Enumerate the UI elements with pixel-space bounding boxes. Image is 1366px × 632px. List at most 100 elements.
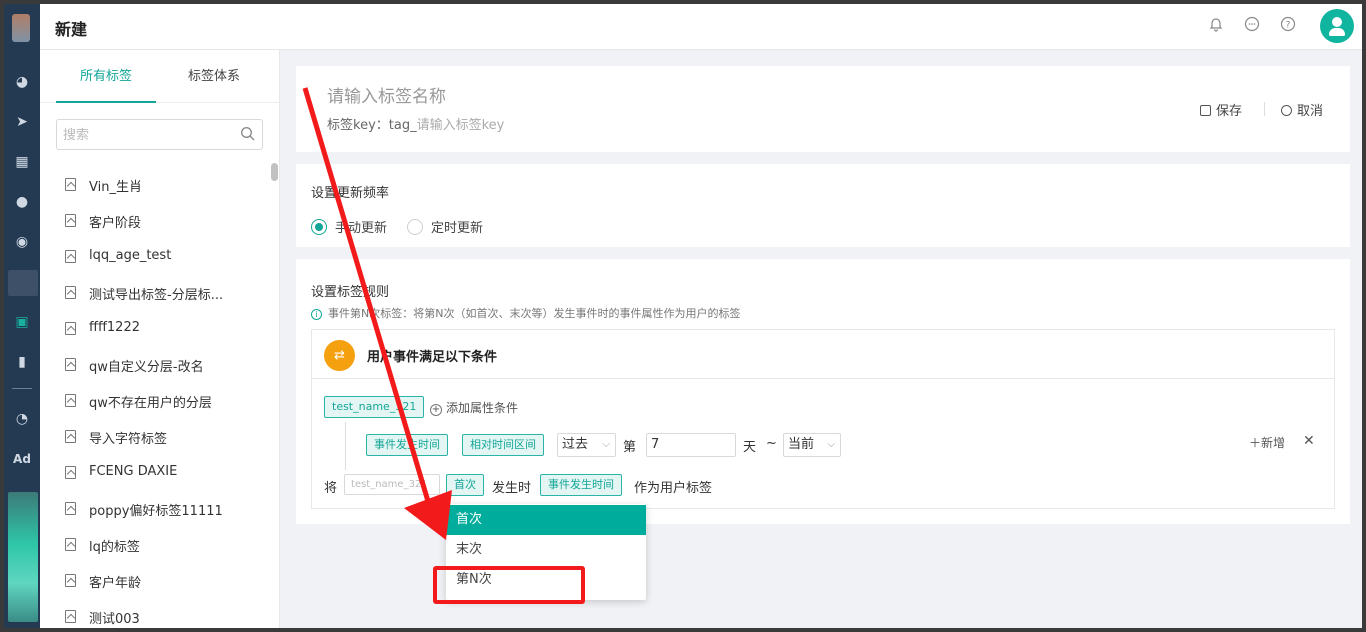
day-unit-label: 天 bbox=[743, 440, 757, 455]
wechat-icon[interactable]: ◔ bbox=[4, 407, 40, 431]
order-select-chip[interactable]: 首次 bbox=[446, 474, 484, 496]
list-item[interactable]: Vin_生肖 bbox=[40, 167, 270, 203]
highlight-box bbox=[433, 566, 585, 604]
days-input[interactable]: 7 bbox=[646, 433, 736, 457]
bookmark-icon bbox=[65, 466, 76, 479]
chevron-down-icon: ⌵ bbox=[602, 439, 610, 450]
section-title: 设置更新频率 bbox=[311, 186, 390, 201]
list-item[interactable]: lq的标签 bbox=[40, 527, 270, 563]
radio-dot bbox=[407, 219, 423, 235]
list-item[interactable]: 客户年龄 bbox=[40, 563, 270, 599]
tag-key-input[interactable]: 请输入标签key bbox=[417, 118, 505, 133]
rail-divider bbox=[12, 388, 32, 389]
avatar[interactable] bbox=[1320, 9, 1354, 43]
bell-icon[interactable] bbox=[1206, 16, 1226, 36]
list-item[interactable]: 客户阶段 bbox=[40, 203, 270, 239]
cancel-button[interactable]: 取消 bbox=[1281, 100, 1323, 119]
tag-list-panel: 所有标签 标签体系 Vin_生肖 客户阶段 lqq_age_test 测试导出标… bbox=[40, 50, 280, 628]
attr-select-chip[interactable]: 事件发生时间 bbox=[366, 434, 448, 456]
tab-tag-system[interactable]: 标签体系 bbox=[164, 50, 264, 103]
bookmark-icon bbox=[65, 358, 76, 371]
blurred-icons bbox=[8, 492, 38, 622]
save-button[interactable]: 保存 bbox=[1200, 100, 1242, 119]
when-text: 发生时 bbox=[492, 481, 532, 496]
radio-scheduled-update[interactable]: 定时更新 bbox=[407, 217, 483, 236]
user-icon[interactable]: ● bbox=[4, 190, 40, 214]
scrollbar-thumb[interactable] bbox=[271, 163, 278, 181]
condition-connector bbox=[345, 422, 346, 470]
plus-circle-icon: + bbox=[430, 404, 442, 416]
bookmark-icon bbox=[65, 250, 76, 263]
list-item[interactable]: 导入字符标签 bbox=[40, 419, 270, 455]
list-item[interactable]: qw自定义分层-改名 bbox=[40, 347, 270, 383]
search-box bbox=[56, 119, 263, 150]
dropdown-option-first[interactable]: 首次 bbox=[446, 505, 646, 535]
layout-icon[interactable]: ▦ bbox=[4, 150, 40, 174]
nth-label: 第 bbox=[623, 440, 637, 455]
tag-icon[interactable]: ▣ bbox=[4, 310, 40, 334]
rule-box: ⇄ 用户事件满足以下条件 test_name_321 + 添加属性条件 事件发生时… bbox=[311, 329, 1335, 509]
bookmark-icon bbox=[65, 286, 76, 299]
close-icon[interactable]: ✕ bbox=[1303, 433, 1315, 449]
search-icon[interactable] bbox=[240, 126, 256, 142]
past-select[interactable]: 过去 ⌵ bbox=[557, 433, 616, 457]
add-attribute-button[interactable]: + 添加属性条件 bbox=[430, 399, 518, 416]
dropdown-option-last[interactable]: 末次 bbox=[446, 535, 646, 565]
tag-key-prefix: 标签key：tag_ bbox=[327, 118, 417, 133]
rules-card: 设置标签规则 i 事件第N次标签：将第N次（如首次、末次等）发生事件时的事件属性作… bbox=[296, 259, 1350, 524]
tag-name-input[interactable]: 请输入标签名称 bbox=[327, 82, 446, 107]
save-icon bbox=[1200, 105, 1211, 116]
close-circle-icon bbox=[1281, 105, 1292, 116]
list-item[interactable]: lqq_age_test bbox=[40, 239, 270, 275]
update-frequency-card: 设置更新频率 手动更新 定时更新 bbox=[296, 164, 1350, 247]
chat-icon[interactable] bbox=[1242, 16, 1262, 36]
radio-dot bbox=[311, 219, 327, 235]
list-item[interactable]: 测试003 bbox=[40, 599, 270, 628]
list-item[interactable]: qw不存在用户的分层 bbox=[40, 383, 270, 419]
event-chip[interactable]: test_name_321 bbox=[324, 396, 425, 418]
final-attr-chip[interactable]: 事件发生时间 bbox=[540, 474, 622, 496]
event-dim-select[interactable]: test_name_321 bbox=[344, 474, 440, 495]
section-title: 设置标签规则 bbox=[311, 285, 390, 300]
condition-title: 用户事件满足以下条件 bbox=[367, 350, 498, 365]
bookmark-icon bbox=[65, 502, 76, 515]
list-item[interactable]: 测试导出标签-分层标... bbox=[40, 275, 270, 311]
chevron-down-icon: ⌵ bbox=[827, 439, 835, 450]
list-item[interactable]: FCENG DAXIE bbox=[40, 455, 270, 491]
bookmark-icon bbox=[65, 610, 76, 623]
send-icon[interactable]: ➤ bbox=[4, 110, 40, 134]
dashboard-icon[interactable]: ◕ bbox=[4, 70, 40, 94]
blurred-icon bbox=[8, 270, 38, 296]
bookmark-icon bbox=[65, 394, 76, 407]
event-icon: ⇄ bbox=[324, 340, 355, 371]
list-item[interactable]: poppy偏好标签11111 bbox=[40, 491, 270, 527]
list-item[interactable]: ffff1222 bbox=[40, 311, 270, 347]
bookmark-icon bbox=[65, 574, 76, 587]
app-logo bbox=[12, 14, 30, 42]
tag-key-field[interactable]: 标签key：tag_请输入标签key bbox=[327, 114, 504, 133]
final-suffix: 作为用户标签 bbox=[634, 481, 713, 496]
app-window: ◕ ➤ ▦ ● ◉ ▣ ▮ ◔ Ad 新建 ? 所有标签 标签体系 搜索 Vin… bbox=[4, 4, 1362, 628]
bookmark-icon bbox=[65, 178, 76, 191]
top-header: 新建 ? bbox=[40, 4, 1362, 50]
radio-manual-update[interactable]: 手动更新 bbox=[311, 217, 387, 236]
tilde-label: ~ bbox=[766, 436, 777, 451]
info-icon: i bbox=[311, 309, 322, 320]
bookmark-icon bbox=[65, 214, 76, 227]
final-prefix: 将 bbox=[324, 481, 338, 496]
action-divider bbox=[1264, 102, 1265, 116]
new-condition-button[interactable]: ＋新增 bbox=[1249, 434, 1285, 451]
current-select[interactable]: 当前 ⌵ bbox=[783, 433, 841, 457]
users-icon[interactable]: ◉ bbox=[4, 230, 40, 254]
bar-chart-icon[interactable]: ▮ bbox=[4, 350, 40, 374]
search-input[interactable] bbox=[63, 125, 233, 145]
ad-icon[interactable]: Ad bbox=[4, 447, 40, 471]
icon-rail: ◕ ➤ ▦ ● ◉ ▣ ▮ ◔ Ad bbox=[4, 4, 40, 628]
svg-text:?: ? bbox=[1286, 21, 1291, 31]
range-type-chip[interactable]: 相对时间区间 bbox=[462, 434, 544, 456]
help-icon[interactable]: ? bbox=[1278, 16, 1298, 36]
bookmark-icon bbox=[65, 538, 76, 551]
page-title: 新建 bbox=[55, 20, 88, 39]
tab-all-tags[interactable]: 所有标签 bbox=[56, 50, 156, 103]
plus-icon: ＋ bbox=[1249, 436, 1262, 450]
